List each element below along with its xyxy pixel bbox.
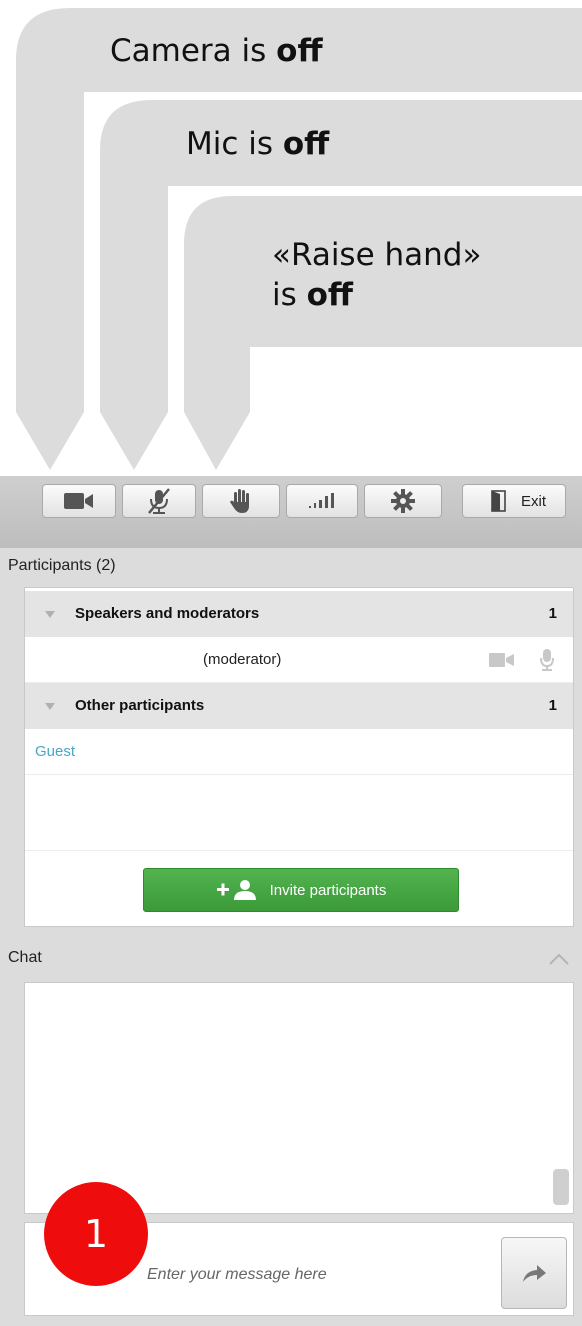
raise-hand-button[interactable] bbox=[202, 484, 280, 518]
chevron-up-icon[interactable] bbox=[548, 952, 570, 966]
camera-icon bbox=[489, 653, 514, 667]
settings-button[interactable] bbox=[364, 484, 442, 518]
step-badge: 1 bbox=[44, 1182, 148, 1286]
signal-icon bbox=[309, 493, 334, 508]
group-other-participants[interactable]: Other participants 1 bbox=[25, 683, 573, 729]
add-user-icon bbox=[216, 880, 256, 900]
chat-header: Chat bbox=[0, 940, 582, 976]
chat-messages bbox=[24, 982, 574, 1214]
camera-toggle-button[interactable] bbox=[42, 484, 116, 518]
group-label: Speakers and moderators bbox=[75, 605, 260, 622]
exit-label: Exit bbox=[521, 492, 547, 510]
toolbar: Exit bbox=[0, 476, 582, 548]
door-icon bbox=[491, 490, 506, 512]
group-speakers-moderators[interactable]: Speakers and moderators 1 bbox=[25, 591, 573, 637]
raise-hand-icon bbox=[230, 489, 249, 513]
invite-label: Invite participants bbox=[269, 881, 387, 899]
connection-quality-button[interactable] bbox=[286, 484, 358, 518]
chat-title: Chat bbox=[8, 949, 42, 966]
participants-header: Participants (2) bbox=[8, 557, 116, 574]
callout-camera-text: Camera is off bbox=[110, 33, 323, 69]
group-count: 1 bbox=[548, 605, 557, 622]
divider bbox=[25, 850, 573, 851]
send-arrow-icon bbox=[523, 1265, 546, 1282]
participant-name-guest[interactable]: Guest bbox=[35, 729, 75, 775]
collapse-triangle-icon bbox=[45, 703, 55, 710]
participant-row[interactable]: (moderator) bbox=[25, 637, 573, 683]
invite-participants-button[interactable]: Invite participants bbox=[143, 868, 459, 912]
camera-icon bbox=[64, 493, 93, 509]
mic-muted-icon bbox=[148, 488, 170, 514]
exit-button[interactable]: Exit bbox=[462, 484, 566, 518]
participants-list: Speakers and moderators 1 (moderator) Ot… bbox=[24, 587, 574, 927]
chat-scrollbar[interactable] bbox=[553, 1169, 569, 1205]
mic-toggle-button[interactable] bbox=[122, 484, 196, 518]
group-count: 1 bbox=[548, 697, 557, 714]
participant-name: (moderator) bbox=[203, 651, 282, 668]
group-label: Other participants bbox=[75, 697, 205, 714]
collapse-triangle-icon bbox=[45, 611, 55, 618]
send-button[interactable] bbox=[501, 1237, 567, 1309]
gear-icon bbox=[391, 489, 415, 513]
participant-row[interactable]: Guest bbox=[25, 729, 573, 775]
callout-raise-hand-text: «Raise hand» is off bbox=[272, 237, 482, 313]
callout-mic-text: Mic is off bbox=[186, 126, 330, 162]
chat-message-input[interactable] bbox=[145, 1259, 489, 1291]
mic-icon bbox=[540, 649, 554, 671]
